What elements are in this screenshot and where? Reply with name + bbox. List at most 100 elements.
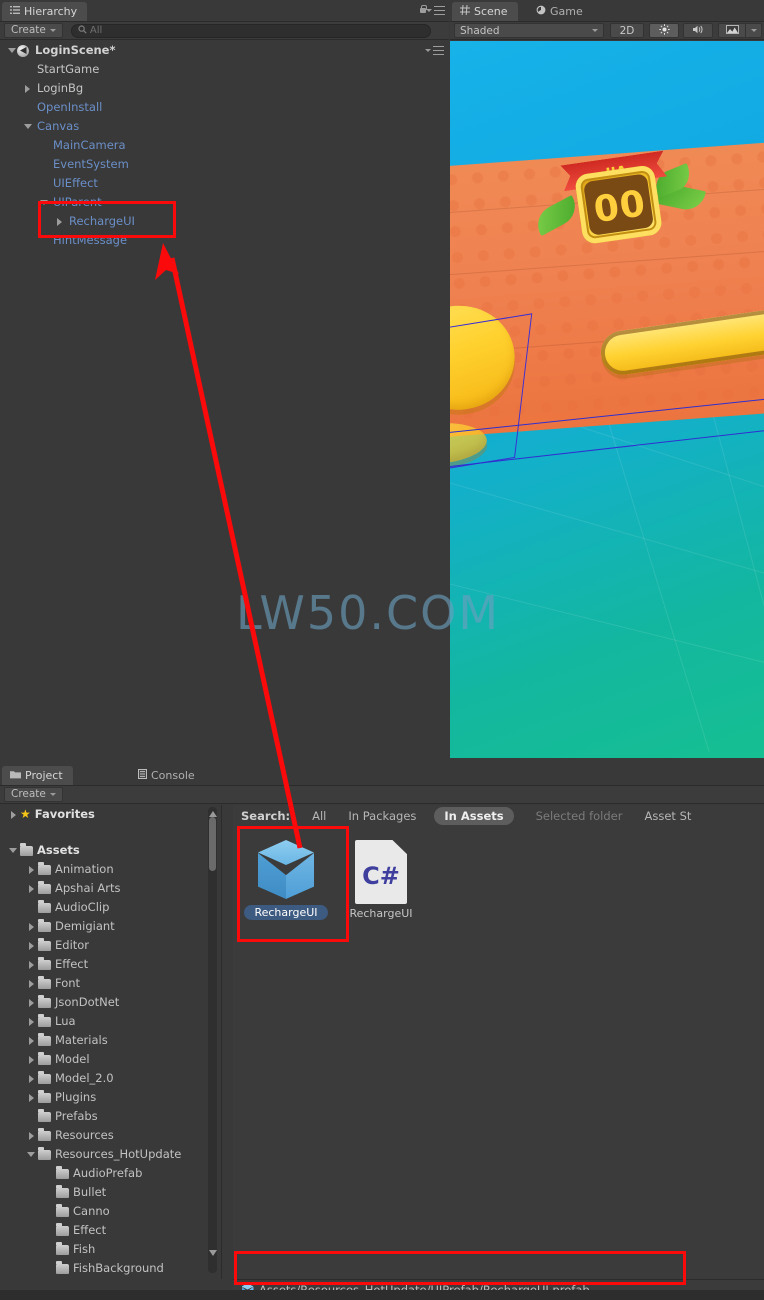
filter-asset-store[interactable]: Asset St (644, 809, 691, 823)
hierarchy-item-hintmessage[interactable]: HintMessage (0, 231, 449, 250)
project-folder-plugins[interactable]: Plugins (0, 1088, 221, 1107)
chevron-right-icon[interactable] (24, 1055, 38, 1064)
project-folder-model-2-0[interactable]: Model_2.0 (0, 1069, 221, 1088)
project-create-button[interactable]: Create (4, 787, 63, 802)
chevron-down-icon (49, 793, 56, 796)
scene-fx-toggle[interactable] (718, 23, 746, 38)
project-folder-effect[interactable]: Effect (0, 1221, 221, 1240)
folder-icon (56, 1261, 69, 1274)
chevron-right-icon[interactable] (24, 865, 38, 874)
chevron-right-icon[interactable] (24, 1093, 38, 1102)
project-folder-tree[interactable]: ★ Favorites Assets Animation Apshai Arts Au… (0, 805, 222, 1279)
project-folder-fishbackground[interactable]: FishBackground (0, 1259, 221, 1278)
project-folder-apshai-arts[interactable]: Apshai Arts (0, 879, 221, 898)
tab-console[interactable]: Console (130, 766, 205, 785)
project-tree-scroll-thumb[interactable] (209, 817, 216, 871)
chevron-down-icon[interactable] (22, 124, 33, 129)
project-folder-resources-hotupdate[interactable]: Resources_HotUpdate (0, 1145, 221, 1164)
favorites-row[interactable]: ★ Favorites (0, 805, 221, 824)
chevron-down-icon[interactable] (38, 200, 49, 205)
tab-game-label: Game (550, 5, 583, 18)
toggle-2d-button[interactable]: 2D (610, 23, 644, 38)
chevron-right-icon[interactable] (24, 1036, 38, 1045)
tab-scene[interactable]: Scene (452, 2, 518, 21)
project-folder-canno[interactable]: Canno (0, 1202, 221, 1221)
project-folder-effect[interactable]: Effect (0, 955, 221, 974)
project-folder-fish[interactable]: Fish (0, 1240, 221, 1259)
project-folder-animation[interactable]: Animation (0, 860, 221, 879)
hierarchy-item-eventsystem[interactable]: EventSystem (0, 155, 449, 174)
scroll-down-arrow-icon[interactable] (208, 1246, 217, 1259)
scene-audio-toggle[interactable] (683, 23, 713, 38)
hierarchy-scene-row[interactable]: LoginScene* (0, 41, 449, 60)
chevron-right-icon[interactable] (24, 998, 38, 1007)
chevron-right-icon[interactable] (24, 960, 38, 969)
hierarchy-item-label: LoginBg (37, 81, 84, 95)
image-effects-icon (725, 24, 739, 37)
project-folder-label: Animation (55, 862, 114, 876)
project-folder-demigiant[interactable]: Demigiant (0, 917, 221, 936)
project-folder-jsondotnet[interactable]: JsonDotNet (0, 993, 221, 1012)
hierarchy-tree[interactable]: LoginScene* StartGame LoginBg OpenInstall C… (0, 41, 449, 764)
filter-in-packages[interactable]: In Packages (348, 809, 416, 823)
filter-in-assets[interactable]: In Assets (434, 807, 514, 825)
chevron-right-icon[interactable] (24, 1017, 38, 1026)
favorites-twisty-icon[interactable] (6, 810, 20, 819)
project-folder-audioclip[interactable]: AudioClip (0, 898, 221, 917)
hierarchy-search-placeholder: All (89, 25, 103, 36)
project-folder-materials[interactable]: Materials (0, 1031, 221, 1050)
asset-item-recharge-script[interactable]: C# RechargeUI (333, 840, 429, 920)
tab-project[interactable]: Project (2, 766, 73, 785)
chevron-right-icon[interactable] (24, 922, 38, 931)
hierarchy-item-uiparent[interactable]: UIParent (0, 193, 449, 212)
project-folder-assets[interactable]: Assets (0, 841, 221, 860)
project-folder-model[interactable]: Model (0, 1050, 221, 1069)
filter-selected-folder[interactable]: Selected folder (536, 809, 623, 823)
project-folder-editor[interactable]: Editor (0, 936, 221, 955)
hierarchy-item-rechargeui[interactable]: RechargeUI (0, 212, 449, 231)
chevron-right-icon[interactable] (54, 217, 65, 226)
panel-menu-icon[interactable] (426, 6, 445, 15)
chevron-right-icon[interactable] (24, 979, 38, 988)
asset-item-recharge-prefab[interactable]: RechargeUI (238, 840, 334, 920)
chevron-down-icon (426, 9, 432, 12)
hierarchy-item-maincamera[interactable]: MainCamera (0, 136, 449, 155)
scene-fx-dropdown[interactable] (746, 23, 762, 38)
hierarchy-item-canvas[interactable]: Canvas (0, 117, 449, 136)
folder-icon (38, 881, 51, 894)
scene-lighting-toggle[interactable] (649, 23, 679, 38)
project-folder-audioprefab[interactable]: AudioPrefab (0, 1164, 221, 1183)
project-folder-prefabs[interactable]: Prefabs (0, 1107, 221, 1126)
hierarchy-item-openinstall[interactable]: OpenInstall (0, 98, 449, 117)
project-tree-scrollbar[interactable] (208, 807, 217, 1273)
favorites-label: Favorites (34, 807, 95, 821)
chevron-right-icon[interactable] (24, 884, 38, 893)
project-folder-label: Editor (55, 938, 90, 952)
project-folder-font[interactable]: Font (0, 974, 221, 993)
chevron-right-icon[interactable] (22, 84, 33, 93)
project-folder-resources[interactable]: Resources (0, 1126, 221, 1145)
hierarchy-search-input[interactable]: All (70, 23, 431, 38)
project-folder-label: Prefabs (55, 1109, 98, 1123)
chevron-right-icon[interactable] (24, 1074, 38, 1083)
filter-all[interactable]: All (312, 809, 326, 823)
tab-game[interactable]: Game (528, 2, 593, 21)
scroll-up-arrow-icon[interactable] (208, 807, 217, 820)
tab-hierarchy[interactable]: Hierarchy (2, 2, 88, 21)
hierarchy-item-uieffect[interactable]: UIEffect (0, 174, 449, 193)
project-folder-label: Resources (55, 1128, 114, 1142)
chevron-right-icon[interactable] (24, 1131, 38, 1140)
chevron-right-icon[interactable] (24, 941, 38, 950)
project-folder-bullet[interactable]: Bullet (0, 1183, 221, 1202)
project-folder-lua[interactable]: Lua (0, 1012, 221, 1031)
project-folder-label: Bullet (73, 1185, 107, 1199)
scene-context-menu-icon[interactable] (425, 46, 444, 55)
chevron-down-icon[interactable] (6, 848, 20, 853)
hierarchy-item-startgame[interactable]: StartGame (0, 60, 449, 79)
draw-mode-dropdown[interactable]: Shaded (454, 23, 604, 38)
hierarchy-item-loginbg[interactable]: LoginBg (0, 79, 449, 98)
scene-twisty-icon[interactable] (6, 48, 17, 53)
scene-viewport[interactable]: VIP 00 (450, 41, 764, 758)
hierarchy-create-button[interactable]: Create (4, 23, 63, 38)
chevron-down-icon[interactable] (24, 1152, 38, 1157)
